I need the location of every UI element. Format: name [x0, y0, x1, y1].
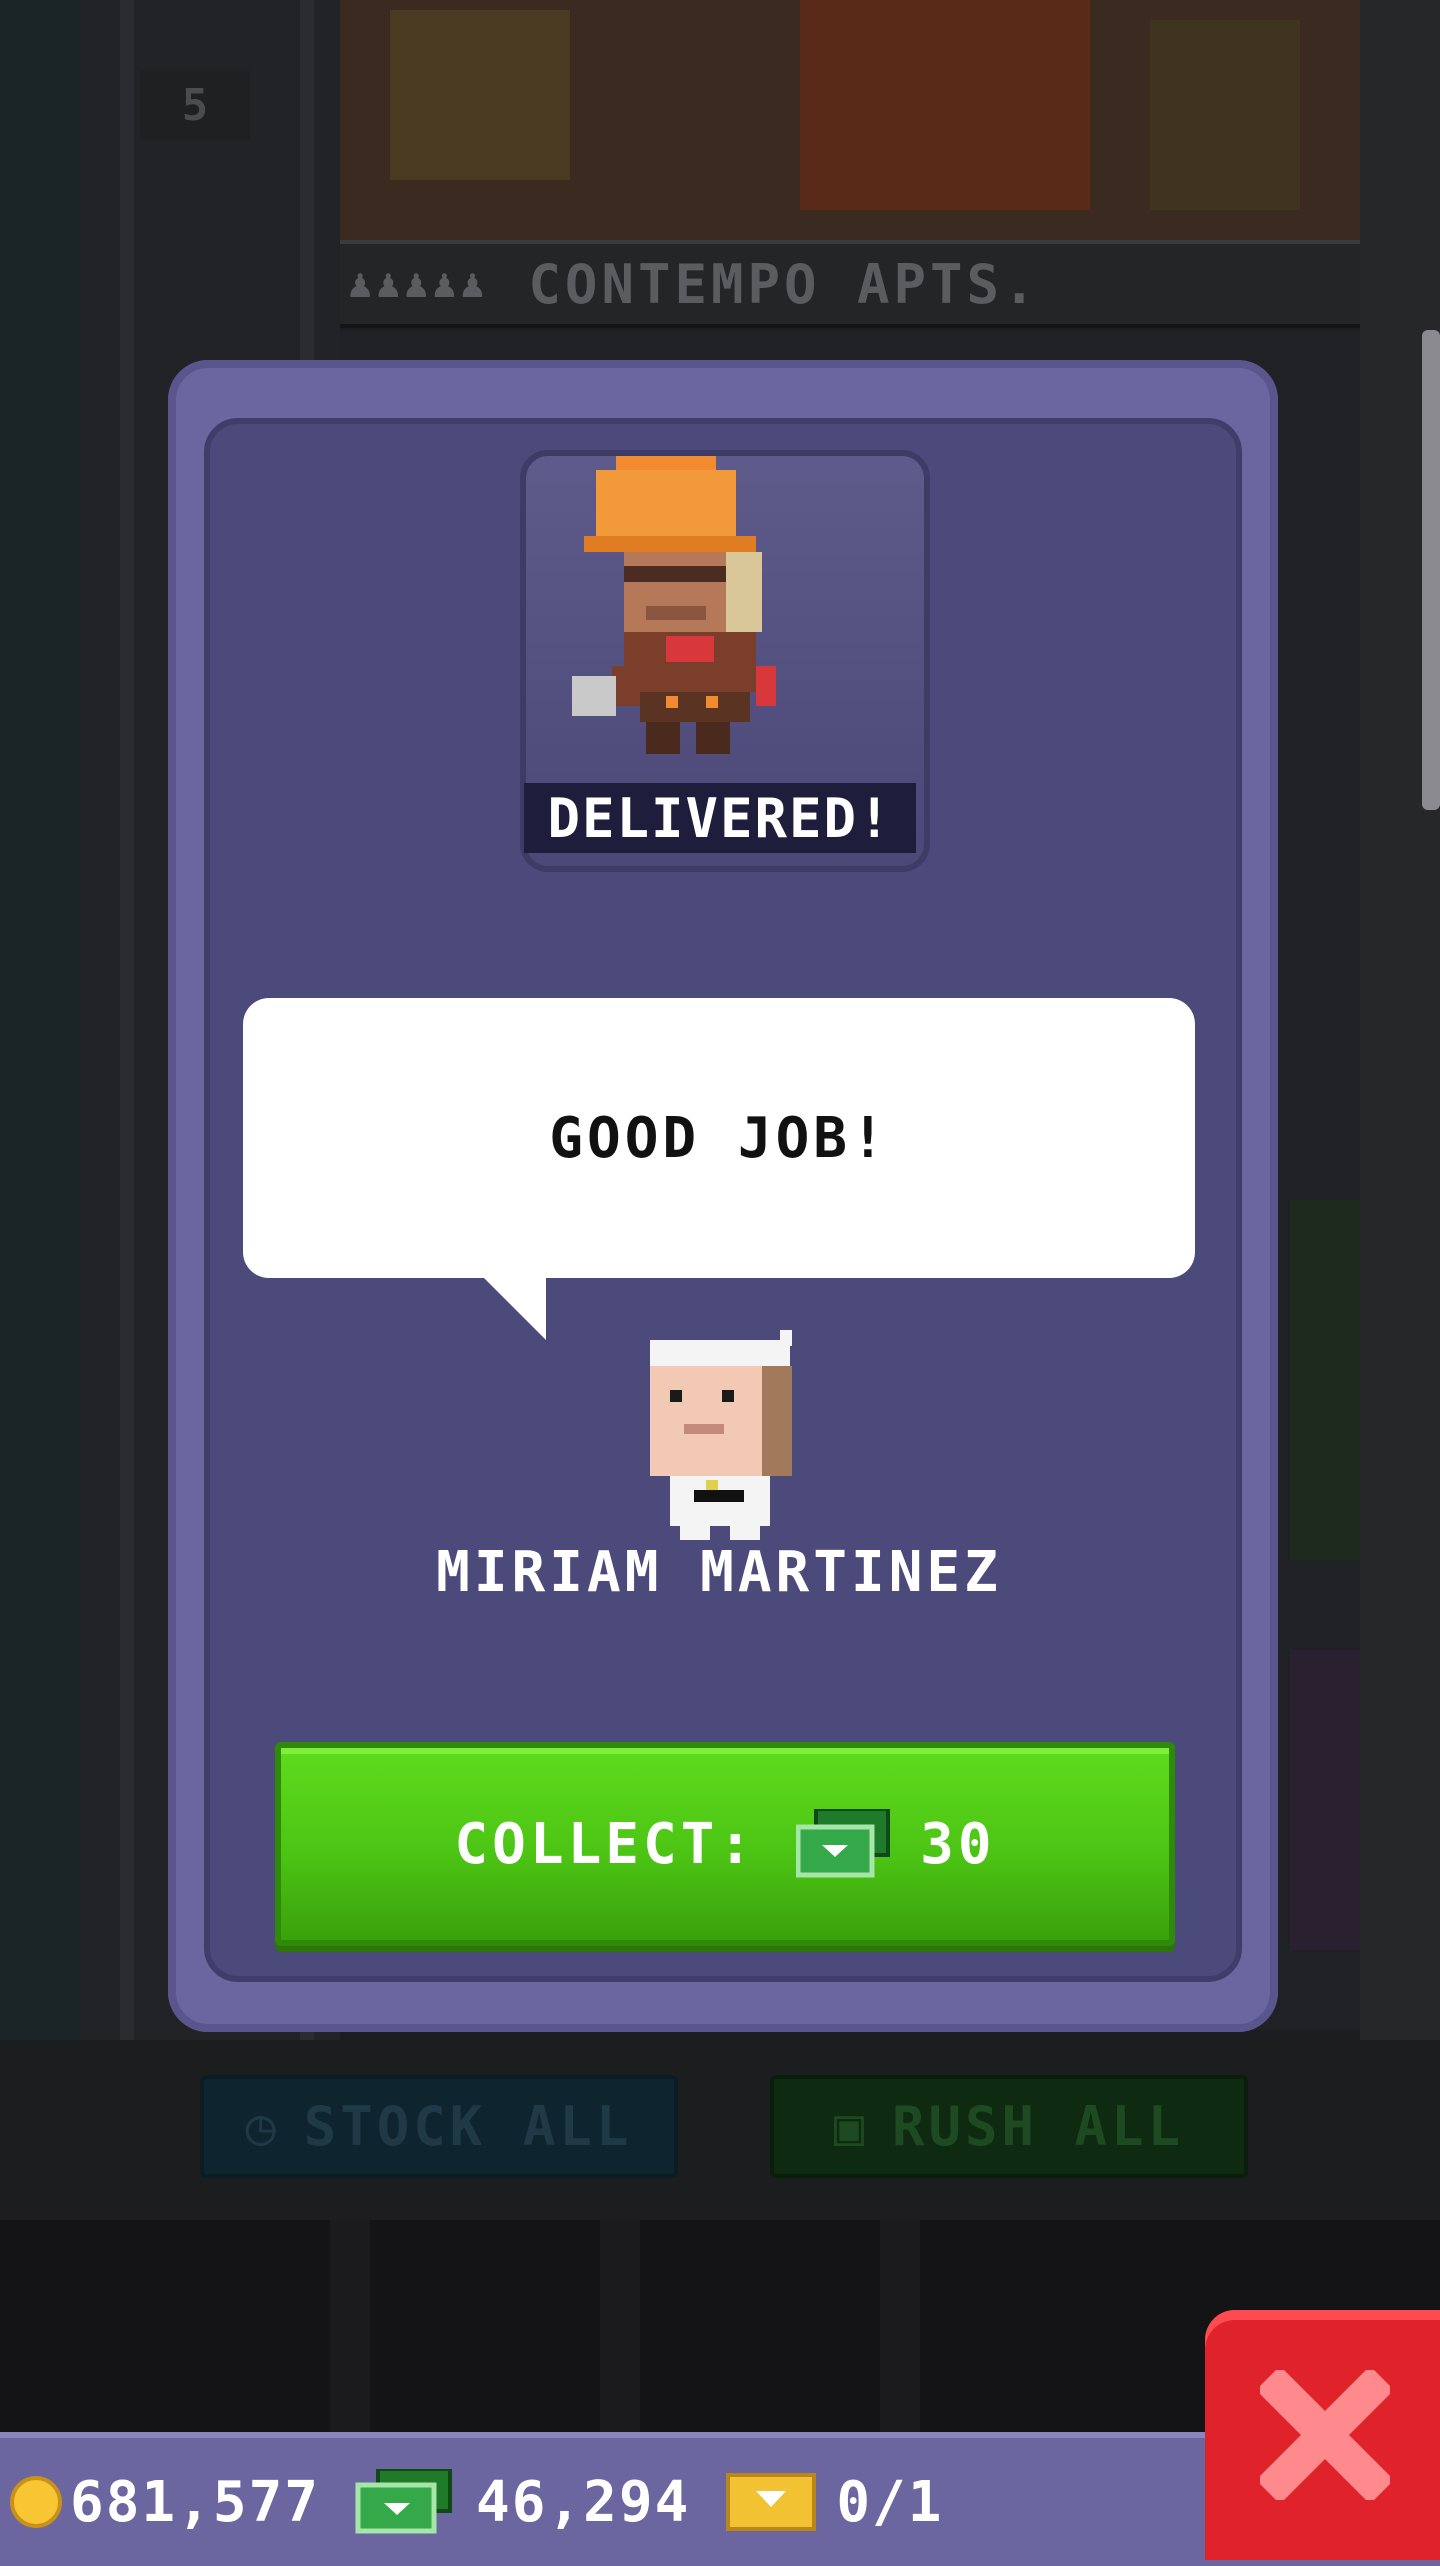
close-icon [1260, 2370, 1390, 2500]
speech-bubble: GOOD JOB! [243, 998, 1195, 1278]
delivered-status: DELIVERED! [524, 783, 916, 853]
tower-bux-icon [796, 1809, 891, 1878]
stock-all-label: STOCK ALL [303, 2095, 633, 2158]
tower-bux-icon [355, 2469, 453, 2534]
collect-button[interactable]: COLLECT: 30 [275, 1742, 1175, 1946]
golden-ticket-icon [726, 2473, 817, 2531]
collect-amount: 30 [920, 1811, 996, 1877]
rush-all-button: ▣ RUSH ALL [770, 2075, 1248, 2178]
floor-number: 5 [140, 70, 250, 140]
tickets-value: 0/1 [836, 2469, 944, 2535]
coins-stat: 681,577 [8, 2470, 320, 2535]
occupancy-icons: ♟♟♟♟♟ [348, 261, 489, 307]
tickets-stat: 0/1 [726, 2470, 943, 2535]
close-button[interactable] [1205, 2310, 1440, 2560]
resident-avatar [650, 1330, 792, 1540]
bux-stat: 46,294 [354, 2469, 690, 2535]
resident-name: MIRIAM MARTINEZ [436, 1540, 1002, 1605]
bux-value: 46,294 [476, 2469, 691, 2535]
speech-text: GOOD JOB! [549, 1105, 889, 1171]
speech-bubble-tail [480, 1274, 546, 1340]
stock-all-button: ◷ STOCK ALL [200, 2075, 678, 2178]
floor-name: CONTEMPO APTS. [528, 252, 1040, 316]
coins-value: 681,577 [70, 2469, 321, 2535]
rush-all-label: RUSH ALL [892, 2095, 1185, 2158]
floor-sign: ♟♟♟♟♟ CONTEMPO APTS. [340, 240, 1360, 328]
coin-icon [10, 2476, 62, 2528]
bux-icon: ▣ [833, 2097, 868, 2156]
clock-icon: ◷ [245, 2097, 280, 2156]
collect-label: COLLECT: [454, 1811, 757, 1877]
